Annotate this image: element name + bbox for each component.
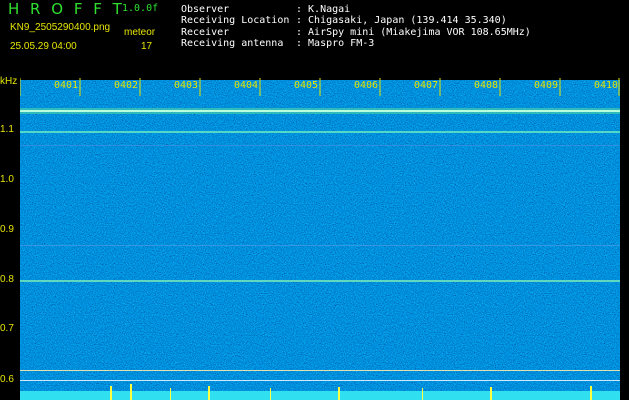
meteor-streak — [490, 387, 492, 400]
receiver-label: Receiver — [181, 27, 230, 38]
location-label: Receiving Location — [181, 15, 290, 26]
ytick-label: 1.1 — [0, 124, 14, 135]
signal-line — [20, 145, 620, 146]
app-title: H R O F F T — [8, 0, 125, 18]
hour-label: 0402 — [114, 80, 139, 91]
hour-label: 0405 — [294, 80, 319, 91]
meteor-streak — [110, 386, 112, 400]
hour-label: 0407 — [414, 80, 439, 91]
hour-label: 0408 — [474, 80, 499, 91]
hour-label: 0406 — [354, 80, 379, 91]
ytick-label: 0.9 — [0, 224, 14, 235]
observer-label: Observer — [181, 4, 230, 15]
frequency-axis: kHz 1.1 1.0 0.9 0.8 0.7 0.6 — [0, 72, 20, 400]
ytick-label: 0.6 — [0, 374, 14, 385]
date-time: 25.05.29 04:00 — [10, 41, 77, 52]
location-value: : Chigasaki, Japan (139.414 35.340) — [296, 15, 507, 26]
time-axis-ticks — [20, 78, 620, 96]
ytick-label: 1.0 — [0, 174, 14, 185]
ytick-label: 0.7 — [0, 323, 14, 334]
reference-line — [20, 380, 620, 381]
meteor-streak — [338, 387, 340, 400]
spectrogram — [20, 80, 620, 400]
meteor-streak — [130, 384, 132, 400]
meteor-label: meteor — [124, 27, 156, 38]
hour-label: 0401 — [54, 80, 79, 91]
meteor-streak — [590, 386, 592, 400]
meteor-streak — [270, 388, 271, 400]
axis-unit-label: kHz — [0, 76, 18, 87]
signal-line — [20, 245, 620, 246]
meteor-streak — [422, 388, 423, 400]
spectrogram-svg — [20, 80, 620, 400]
signal-line — [20, 280, 620, 282]
meteor-count: 17 — [141, 41, 153, 52]
noise-texture — [20, 80, 620, 400]
ytick-label: 0.8 — [0, 274, 14, 285]
file-name: KN9_2505290400.png — [10, 22, 111, 33]
time-axis: 0401 0402 0403 0404 0405 0406 0407 0408 … — [20, 78, 620, 98]
receiver-value: : AirSpy mini (Miakejima VOR 108.65MHz) — [296, 27, 531, 38]
hour-label: 0403 — [174, 80, 199, 91]
observer-value: : K.Nagai — [296, 4, 351, 15]
signal-line — [20, 131, 620, 133]
antenna-label: Receiving antenna — [181, 38, 284, 49]
hour-label: 0409 — [534, 80, 559, 91]
reference-line — [20, 370, 620, 371]
carrier-line-core — [20, 110, 620, 112]
hour-label: 0404 — [234, 80, 259, 91]
meteor-streak — [170, 388, 171, 400]
antenna-value: : Maspro FM-3 — [296, 38, 375, 49]
header: H R O F F T 1.0.0f KN9_2505290400.png me… — [0, 0, 629, 72]
hour-label: 0410 — [594, 80, 619, 91]
meteor-streak — [208, 386, 210, 400]
app-version: 1.0.0f — [122, 3, 159, 14]
